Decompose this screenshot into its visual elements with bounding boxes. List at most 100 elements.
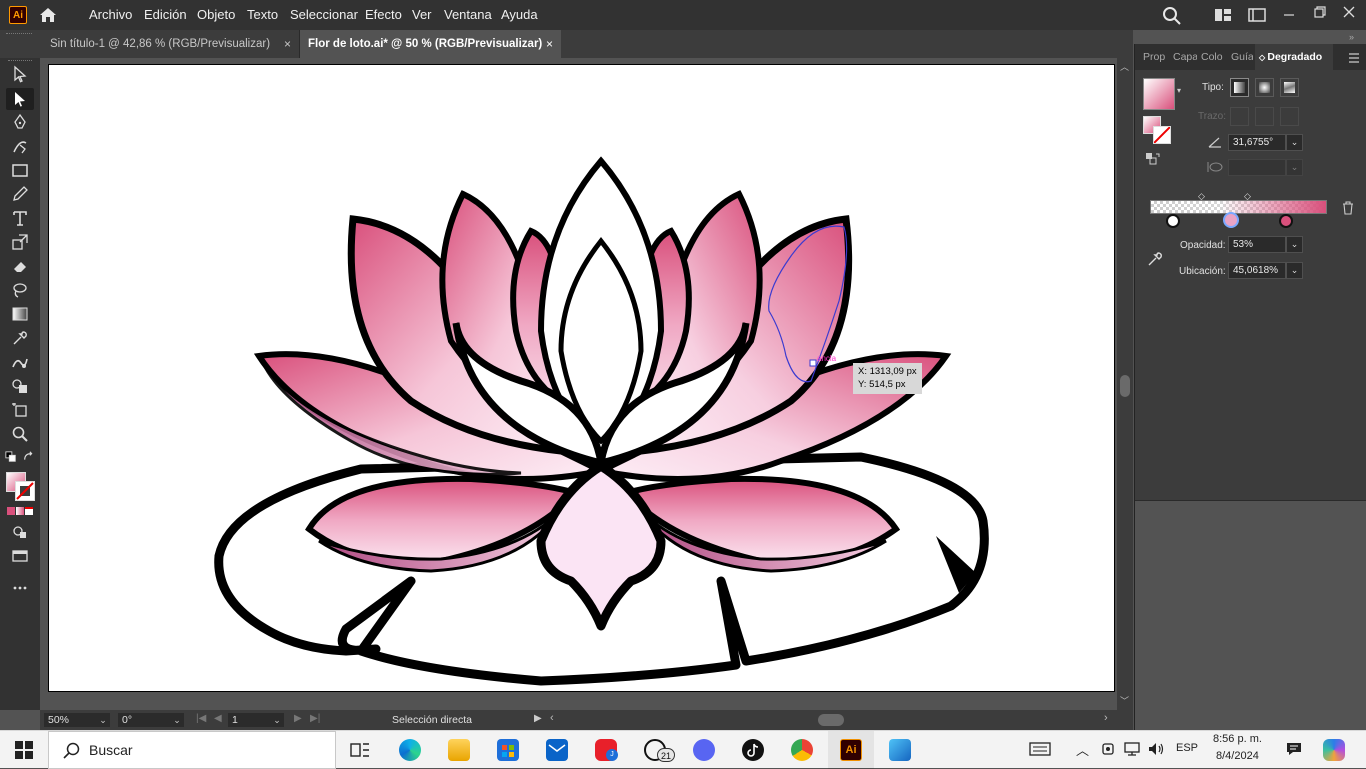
tab-flor-de-loto[interactable]: Flor de loto.ai* @ 50 % (RGB/Previsualiz… — [300, 30, 561, 58]
copilot-icon[interactable] — [1323, 739, 1345, 761]
blend-tool-icon[interactable] — [10, 352, 30, 372]
angle-dropdown-icon[interactable]: ⌄ — [1286, 134, 1303, 151]
search-icon[interactable] — [1162, 6, 1182, 29]
rotation-field[interactable]: 0° — [118, 713, 170, 727]
first-artboard-icon[interactable]: |◀ — [196, 713, 206, 724]
tab-color[interactable]: Colo — [1201, 44, 1225, 70]
status-menu-icon[interactable]: ▶ — [534, 713, 542, 724]
ms-store-icon[interactable] — [497, 739, 519, 761]
pen-tool-icon[interactable] — [10, 112, 30, 132]
vertical-scrollbar[interactable]: ︿ ﹀ — [1117, 58, 1133, 710]
menu-ayuda[interactable]: Ayuda — [501, 7, 538, 22]
zoom-dropdown-icon[interactable]: ⌄ — [96, 713, 110, 727]
edge-icon[interactable] — [399, 739, 421, 761]
zoom-tool-icon[interactable] — [10, 424, 30, 444]
color-stop-pink[interactable] — [1279, 214, 1293, 228]
mail-icon[interactable] — [546, 739, 568, 761]
curvature-tool-icon[interactable] — [10, 136, 30, 156]
delete-stop-icon[interactable] — [1342, 201, 1354, 218]
scroll-down-icon[interactable]: ﹀ — [1120, 694, 1129, 707]
panel-collapse-icon[interactable]: » — [1349, 32, 1354, 42]
discord-icon[interactable] — [693, 739, 715, 761]
scale-tool-icon[interactable] — [10, 232, 30, 252]
eraser-tool-icon[interactable] — [10, 256, 30, 276]
angle-field[interactable]: 31,6755° — [1228, 134, 1286, 151]
pencil-tool-icon[interactable] — [10, 184, 30, 204]
tab-guia[interactable]: Guía — [1231, 44, 1253, 70]
task-view-icon[interactable] — [350, 741, 370, 762]
scroll-right-icon[interactable]: › — [1104, 712, 1108, 724]
clock-time[interactable]: 8:56 p. m. — [1213, 733, 1262, 745]
scroll-left-icon[interactable]: ‹ — [550, 712, 554, 724]
minimize-icon[interactable] — [1282, 7, 1296, 21]
tab-degradado[interactable]: ◇ Degradado — [1255, 44, 1333, 70]
prev-artboard-icon[interactable]: ◀ — [214, 713, 222, 724]
opacity-field[interactable]: 53% — [1228, 236, 1286, 253]
swap-fill-stroke-icon[interactable] — [1145, 152, 1161, 169]
draw-mode-icon[interactable] — [10, 522, 30, 542]
scroll-up-icon[interactable]: ︿ — [1120, 60, 1129, 73]
location-dropdown-icon[interactable]: ⌄ — [1286, 262, 1303, 279]
restore-icon[interactable] — [1313, 5, 1327, 19]
tray-chevron-up-icon[interactable]: ︿ — [1076, 740, 1089, 759]
tab-propiedades[interactable]: Prop — [1143, 44, 1169, 70]
keyboard-icon[interactable] — [1029, 741, 1051, 760]
next-artboard-icon[interactable]: ▶ — [294, 713, 302, 724]
artboard[interactable]: ancla — [48, 64, 1115, 692]
horizontal-scroll-thumb[interactable] — [818, 714, 844, 726]
zoom-field[interactable]: 50% — [44, 713, 96, 727]
close-tab-icon[interactable]: × — [284, 30, 291, 58]
panel-toggle-icon[interactable] — [1248, 8, 1266, 25]
windows-start-icon[interactable] — [15, 741, 33, 762]
artboard-number-field[interactable]: 1 — [228, 713, 270, 727]
clock-date[interactable]: 8/4/2024 — [1216, 750, 1259, 762]
gradient-preview-dropdown-icon[interactable]: ▾ — [1177, 86, 1181, 95]
shape-builder-tool-icon[interactable] — [10, 376, 30, 396]
close-tab-icon[interactable]: × — [546, 30, 553, 58]
language-indicator[interactable]: ESP — [1176, 742, 1198, 754]
notifications-icon[interactable] — [1285, 741, 1303, 760]
panel-menu-icon[interactable] — [1348, 52, 1360, 66]
menu-efecto[interactable]: Efecto — [365, 7, 402, 22]
menu-ventana[interactable]: Ventana — [444, 7, 492, 22]
menu-edicion[interactable]: Edición — [144, 7, 187, 22]
eyedropper-tool-icon[interactable] — [10, 328, 30, 348]
fill-stroke-indicator[interactable] — [1143, 116, 1173, 144]
color-stop-white[interactable] — [1166, 214, 1180, 228]
menu-ver[interactable]: Ver — [412, 7, 432, 22]
artboard-tool-icon[interactable] — [10, 400, 30, 420]
tiktok-icon[interactable] — [742, 739, 764, 761]
screen-mode-icon[interactable] — [10, 546, 30, 566]
color-stop-selected[interactable] — [1223, 212, 1239, 228]
linear-gradient-button[interactable] — [1230, 78, 1249, 97]
opacity-dropdown-icon[interactable]: ⌄ — [1286, 236, 1303, 253]
direct-selection-tool-icon[interactable] — [6, 88, 34, 110]
file-explorer-icon[interactable] — [448, 739, 470, 761]
default-colors-icon[interactable] — [4, 450, 18, 464]
stroke-swatch[interactable] — [15, 481, 35, 501]
network-icon[interactable] — [1123, 741, 1141, 760]
home-icon[interactable] — [38, 5, 58, 28]
rotation-dropdown-icon[interactable]: ⌄ — [170, 713, 184, 727]
taskbar-search-box[interactable]: Buscar — [48, 731, 336, 769]
tab-capas[interactable]: Capa — [1173, 44, 1197, 70]
workspace-icon[interactable] — [1214, 8, 1232, 25]
radial-gradient-button[interactable] — [1255, 78, 1274, 97]
color-mode-buttons[interactable] — [7, 507, 34, 516]
more-tools-icon[interactable] — [10, 578, 30, 598]
eyedropper-icon[interactable] — [1146, 250, 1164, 271]
menu-objeto[interactable]: Objeto — [197, 7, 235, 22]
gradient-tool-icon[interactable] — [10, 304, 30, 324]
gradient-slider[interactable] — [1150, 200, 1327, 214]
scroll-thumb[interactable] — [1120, 375, 1130, 397]
last-artboard-icon[interactable]: ▶| — [310, 713, 320, 724]
location-field[interactable]: 45,0618% — [1228, 262, 1286, 279]
tab-sin-titulo[interactable]: Sin título-1 @ 42,86 % (RGB/Previsualiza… — [42, 30, 300, 58]
photos-icon[interactable] — [889, 739, 911, 761]
selection-tool-icon[interactable] — [10, 64, 30, 84]
menu-seleccionar[interactable]: Seleccionar — [290, 7, 358, 22]
chrome-icon[interactable] — [791, 739, 813, 761]
freeform-gradient-button[interactable] — [1280, 78, 1299, 97]
artboard-dropdown-icon[interactable]: ⌄ — [270, 713, 284, 727]
gradient-preview-swatch[interactable] — [1143, 78, 1175, 110]
